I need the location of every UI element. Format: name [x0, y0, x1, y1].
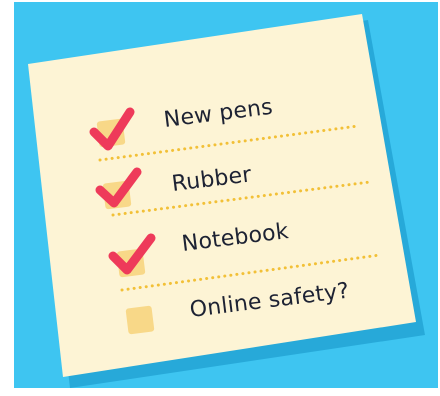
checkbox-4[interactable] [125, 305, 155, 335]
sticky-note [28, 14, 425, 388]
note-paper [28, 14, 416, 377]
illustration-canvas: New pens Rubber Notebook Online safety? [0, 0, 440, 396]
